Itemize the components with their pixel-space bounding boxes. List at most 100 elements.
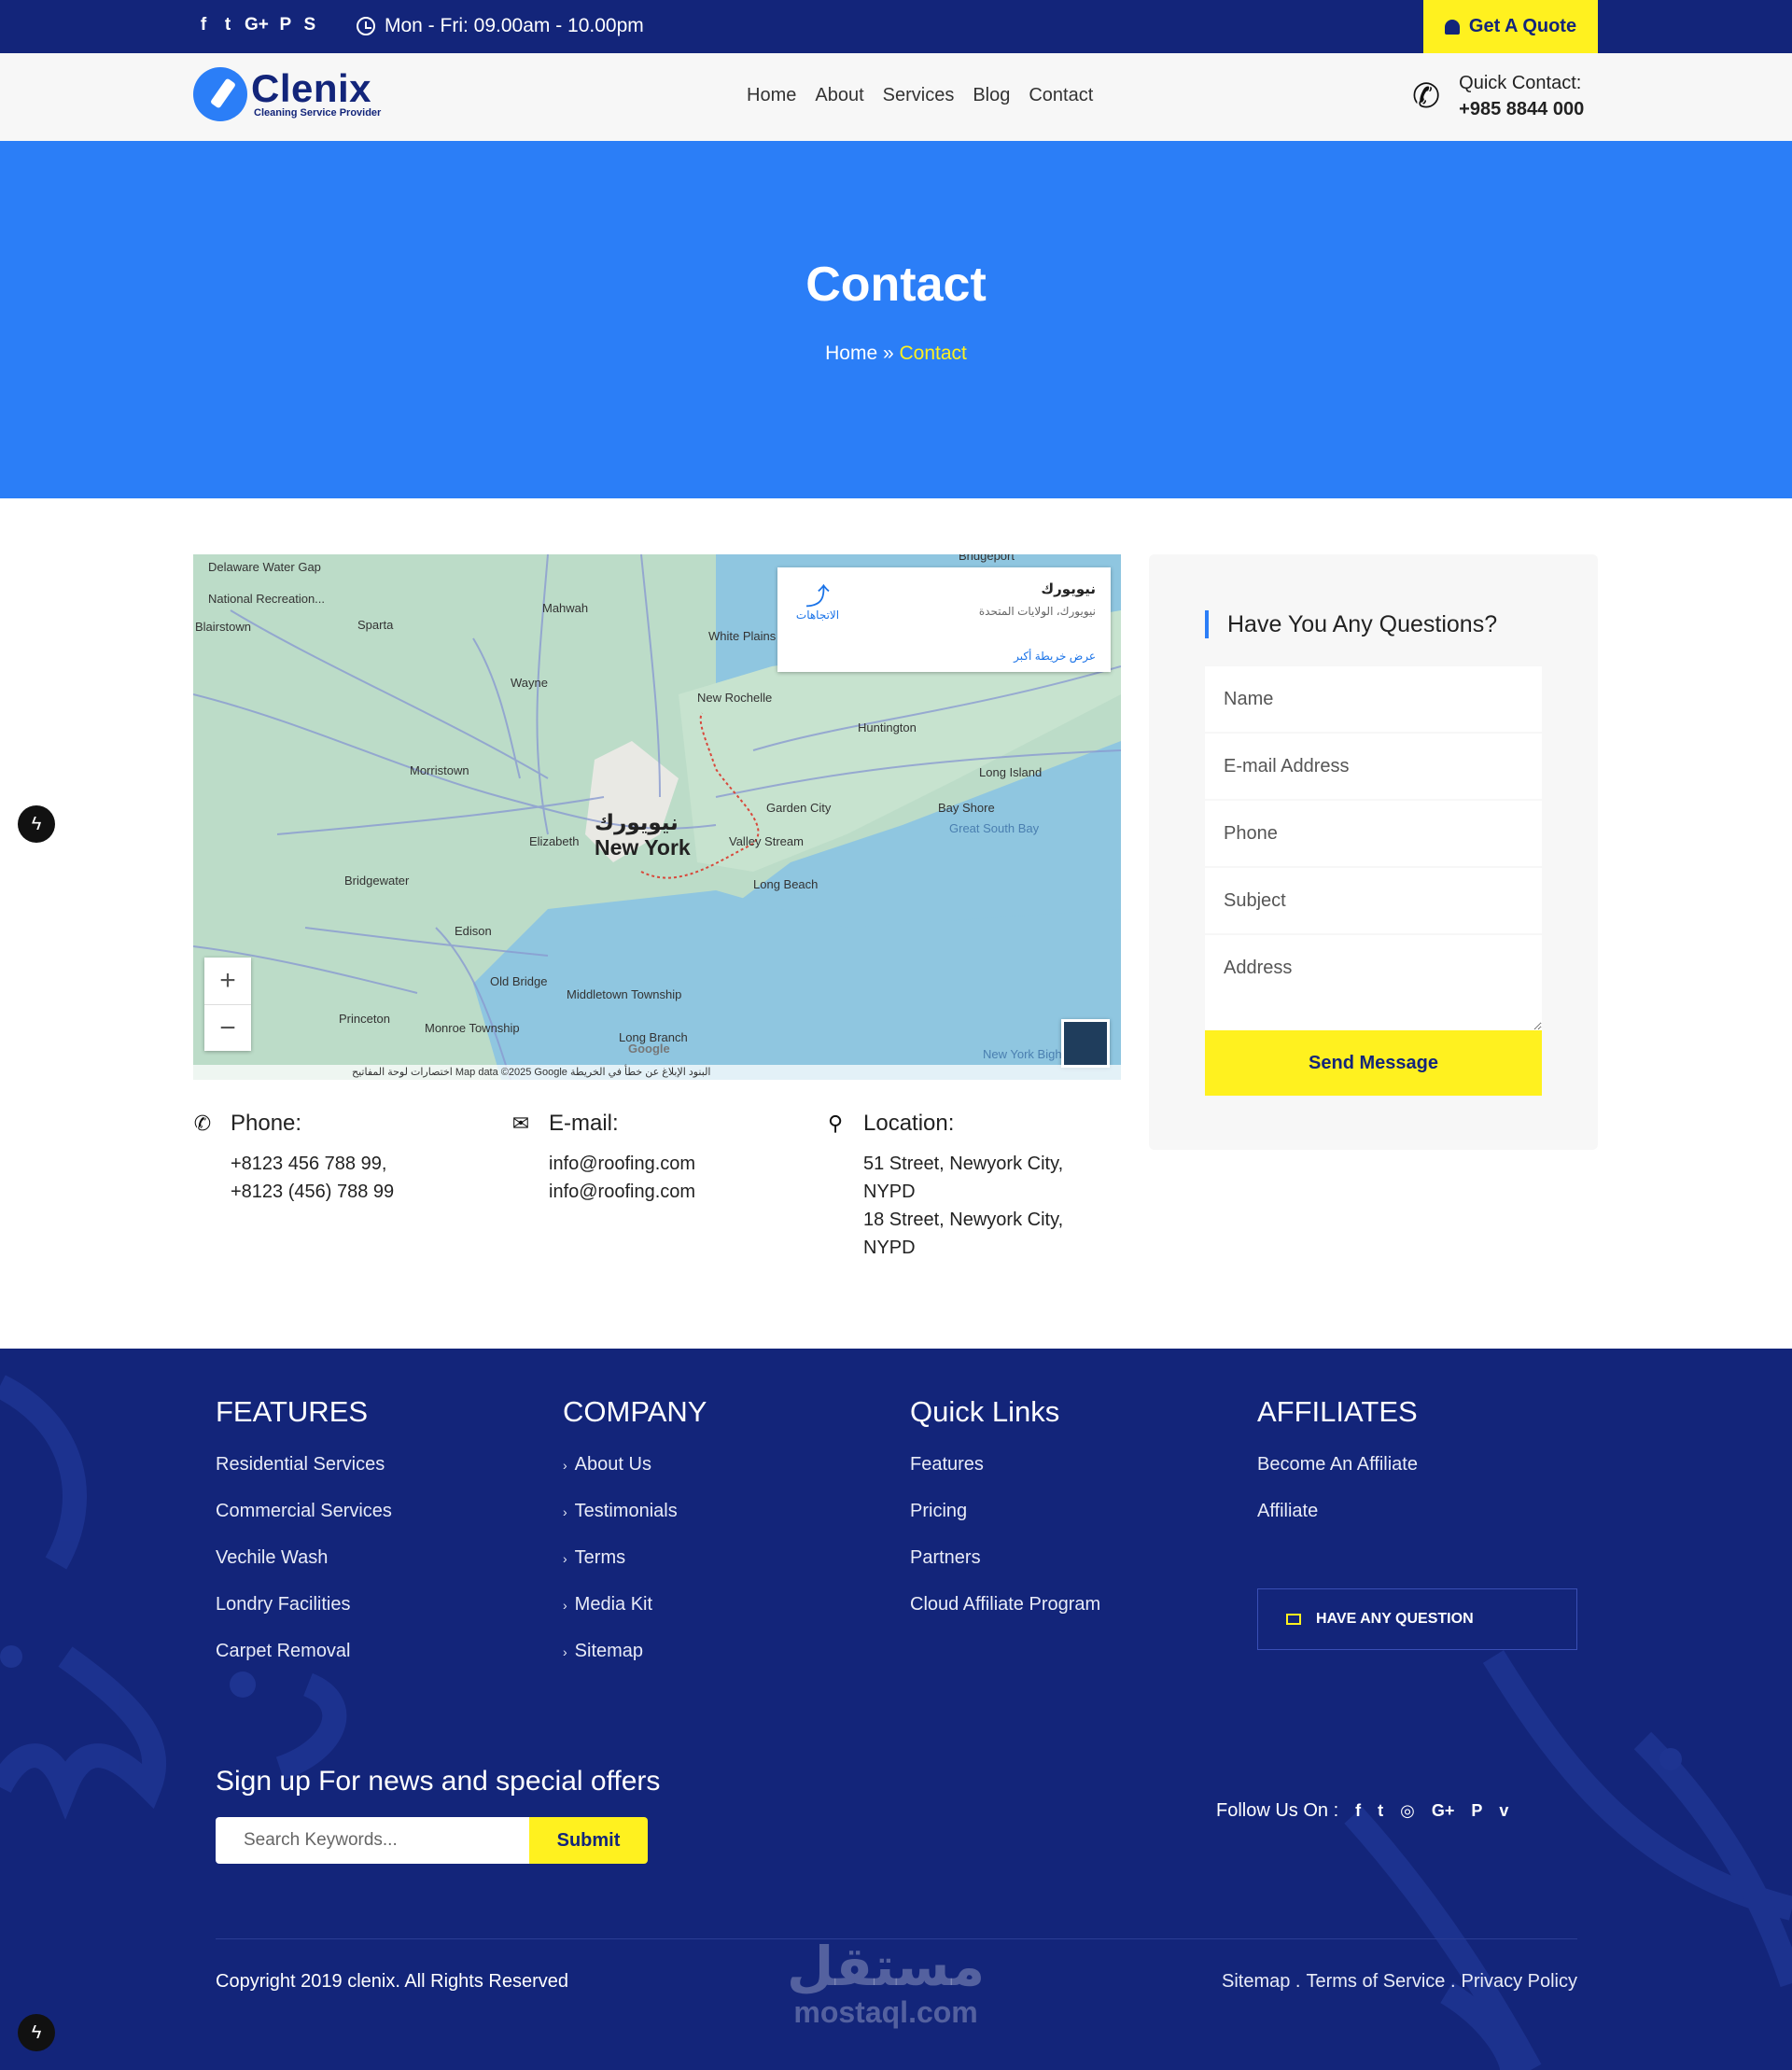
directions-label: الاتجاهات xyxy=(795,608,840,622)
map-label: Great South Bay xyxy=(949,821,1040,835)
directions-button[interactable]: ⤴ الاتجاهات xyxy=(794,584,841,622)
legal-links: Sitemap . Terms of Service . Privacy Pol… xyxy=(1195,1971,1577,1993)
location-line: 18 Street, Newyork City, xyxy=(863,1210,1064,1230)
vimeo-icon[interactable]: v xyxy=(1499,1801,1508,1821)
contact-form: Have You Any Questions? Send Message xyxy=(1149,554,1598,1150)
features-link[interactable]: Carpet Removal xyxy=(216,1638,392,1685)
chevron-right-icon: › xyxy=(563,1458,567,1473)
map-pin-icon: ⚲ xyxy=(827,1112,844,1135)
terms-link[interactable]: Terms of Service . xyxy=(1306,1971,1455,1993)
chevron-right-icon: › xyxy=(563,1551,567,1566)
breadcrumb: Home » Contact xyxy=(0,343,1792,365)
page-title: Contact xyxy=(805,258,987,312)
newsletter-input[interactable] xyxy=(216,1817,529,1864)
name-input[interactable] xyxy=(1205,666,1542,732)
map-label: Delaware Water Gap xyxy=(208,560,321,574)
map-label: New Rochelle xyxy=(697,691,773,705)
newsletter-title: Sign up For news and special offers xyxy=(216,1766,661,1797)
watermark: مستقل mostaql.com xyxy=(787,1939,985,2030)
view-larger-map-link[interactable]: عرض خريطة أكبر xyxy=(1014,650,1096,663)
email-line[interactable]: info@roofing.com xyxy=(549,1178,695,1206)
snapchat-icon[interactable]: S xyxy=(302,15,317,35)
get-quote-button[interactable]: Get A Quote xyxy=(1423,0,1598,53)
privacy-link[interactable]: Privacy Policy xyxy=(1462,1971,1577,1993)
map-label: Blairstown xyxy=(195,620,251,634)
main-header: Clenix Cleaning Service Provider Home Ab… xyxy=(0,53,1792,141)
map-city-ar: نيويورك xyxy=(595,810,679,834)
satellite-toggle[interactable] xyxy=(1061,1019,1110,1068)
facebook-icon[interactable]: f xyxy=(196,15,211,35)
logo[interactable]: Clenix Cleaning Service Provider xyxy=(193,67,381,121)
instagram-icon[interactable]: ◎ xyxy=(1400,1801,1415,1821)
quick-link[interactable]: Partners xyxy=(910,1545,1100,1591)
have-any-question-label: HAVE ANY QUESTION xyxy=(1316,1611,1474,1627)
company-link[interactable]: › Media Kit xyxy=(563,1591,707,1638)
company-link-label: About Us xyxy=(574,1454,651,1475)
nav-home[interactable]: Home xyxy=(747,85,796,106)
nav-contact[interactable]: Contact xyxy=(1029,85,1093,106)
breadcrumb-home[interactable]: Home xyxy=(825,343,877,364)
company-link[interactable]: › Sitemap xyxy=(563,1638,707,1685)
google-map[interactable]: Delaware Water Gap National Recreation..… xyxy=(193,554,1121,1080)
address-textarea[interactable] xyxy=(1205,935,1542,1030)
features-link[interactable]: Commercial Services xyxy=(216,1498,392,1545)
email-line[interactable]: info@roofing.com xyxy=(549,1150,695,1178)
zoom-out-button[interactable]: − xyxy=(204,1004,251,1051)
quick-contact-number[interactable]: +985 8844 000 xyxy=(1459,96,1584,122)
have-any-question-button[interactable]: HAVE ANY QUESTION xyxy=(1257,1588,1577,1650)
company-link[interactable]: › Terms xyxy=(563,1545,707,1591)
sitemap-link[interactable]: Sitemap . xyxy=(1222,1971,1300,1993)
email-input[interactable] xyxy=(1205,734,1542,799)
affiliates-title: AFFILIATES xyxy=(1257,1395,1418,1428)
location-title: Location: xyxy=(863,1111,955,1136)
google-plus-icon[interactable]: G+ xyxy=(1432,1801,1455,1821)
map-label: Old Bridge xyxy=(490,974,548,988)
quick-link[interactable]: Pricing xyxy=(910,1498,1100,1545)
hours-text: Mon - Fri: 09.00am - 10.00pm xyxy=(385,15,644,36)
map-label: National Recreation... xyxy=(208,592,326,606)
nav-about[interactable]: About xyxy=(815,85,863,106)
lightning-icon[interactable]: ϟ xyxy=(18,805,55,843)
quick-link[interactable]: Cloud Affiliate Program xyxy=(910,1591,1100,1638)
location-info: ⚲ Location: 51 Street, Newyork City, NYP… xyxy=(826,1111,1063,1262)
copyright: Copyright 2019 clenix. All Rights Reserv… xyxy=(216,1971,568,1992)
google-logo: Google xyxy=(628,1042,670,1056)
quick-link[interactable]: Features xyxy=(910,1451,1100,1498)
pinterest-icon[interactable]: P xyxy=(1471,1801,1482,1821)
phone-line: +8123 (456) 788 99 xyxy=(231,1182,395,1202)
newsletter-submit-button[interactable]: Submit xyxy=(529,1817,648,1864)
map-city-label: نيويورك New York xyxy=(595,810,691,860)
features-link[interactable]: Vechile Wash xyxy=(216,1545,392,1591)
twitter-icon[interactable]: t xyxy=(1378,1801,1383,1821)
twitter-icon[interactable]: t xyxy=(220,15,235,35)
zoom-in-button[interactable]: + xyxy=(204,958,251,1004)
facebook-icon[interactable]: f xyxy=(1355,1801,1361,1821)
nav-services[interactable]: Services xyxy=(883,85,955,106)
directions-icon: ⤴ xyxy=(805,582,830,610)
top-bar: f t G+ P S Mon - Fri: 09.00am - 10.00pm … xyxy=(0,0,1792,53)
map-label: Monroe Township xyxy=(425,1021,520,1035)
nav-blog[interactable]: Blog xyxy=(973,85,1010,106)
map-label: Valley Stream xyxy=(729,834,804,848)
lightning-icon[interactable]: ϟ xyxy=(18,2014,55,2051)
place-title: نيويورك xyxy=(1041,581,1096,597)
broom-icon xyxy=(193,67,247,121)
send-message-button[interactable]: Send Message xyxy=(1205,1030,1542,1096)
affiliate-link[interactable]: Affiliate xyxy=(1257,1498,1418,1545)
breadcrumb-separator-icon: » xyxy=(882,343,894,364)
footer-affiliates: AFFILIATES Become An Affiliate Affiliate xyxy=(1257,1395,1418,1545)
pinterest-icon[interactable]: P xyxy=(278,15,293,35)
google-plus-icon[interactable]: G+ xyxy=(245,15,269,35)
company-link[interactable]: › About Us xyxy=(563,1451,707,1498)
phone-input[interactable] xyxy=(1205,801,1542,866)
features-link[interactable]: Residential Services xyxy=(216,1451,392,1498)
map-place-card: نيويورك نيويورك، الولايات المتحدة عرض خر… xyxy=(777,567,1111,672)
subject-input[interactable] xyxy=(1205,868,1542,933)
features-link[interactable]: Londry Facilities xyxy=(216,1591,392,1638)
phone-icon: ✆ xyxy=(193,1112,212,1135)
envelope-icon: ✉ xyxy=(511,1112,530,1135)
map-city-en: New York xyxy=(595,835,691,860)
company-link-label: Sitemap xyxy=(574,1641,644,1661)
affiliate-link[interactable]: Become An Affiliate xyxy=(1257,1451,1418,1498)
company-link[interactable]: › Testimonials xyxy=(563,1498,707,1545)
